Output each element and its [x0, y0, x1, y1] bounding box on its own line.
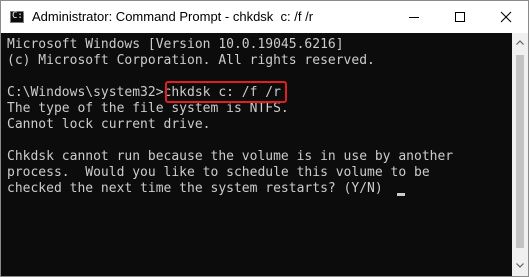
app-icon-glyph: C:\ [12, 11, 29, 21]
close-icon [500, 11, 512, 23]
scroll-up-arrow-icon [516, 40, 524, 45]
console-line: (c) Microsoft Corporation. All rights re… [7, 53, 375, 68]
console-line: checked the next time the system restart… [7, 181, 383, 196]
title-bar[interactable]: C:\ Administrator: Command Prompt - chkd… [1, 1, 528, 33]
console-line: Cannot lock current drive. [7, 117, 211, 132]
vertical-scrollbar[interactable] [512, 33, 528, 276]
scroll-down-button[interactable] [512, 258, 528, 274]
window-title: Administrator: Command Prompt - chkdsk c… [32, 9, 314, 24]
close-button[interactable] [483, 1, 529, 33]
scroll-up-button[interactable] [512, 35, 528, 51]
minimize-icon [409, 17, 419, 18]
console-line: process. Would you like to schedule this… [7, 165, 430, 180]
console-line: The type of the file system is NTFS. [7, 101, 289, 116]
command-prompt-icon: C:\ [10, 11, 28, 23]
scroll-down-arrow-icon [516, 263, 524, 268]
console-line: Microsoft Windows [Version 10.0.19045.62… [7, 37, 344, 52]
command-highlight-box [165, 81, 287, 103]
console-output[interactable]: Microsoft Windows [Version 10.0.19045.62… [1, 33, 512, 276]
text-cursor [397, 193, 405, 196]
scrollbar-thumb[interactable] [516, 55, 524, 248]
minimize-button[interactable] [391, 1, 437, 33]
maximize-button[interactable] [437, 1, 483, 33]
command-prompt-window: C:\ Administrator: Command Prompt - chkd… [0, 0, 529, 277]
console-line: Chkdsk cannot run because the volume is … [7, 149, 454, 164]
maximize-icon [455, 12, 465, 22]
